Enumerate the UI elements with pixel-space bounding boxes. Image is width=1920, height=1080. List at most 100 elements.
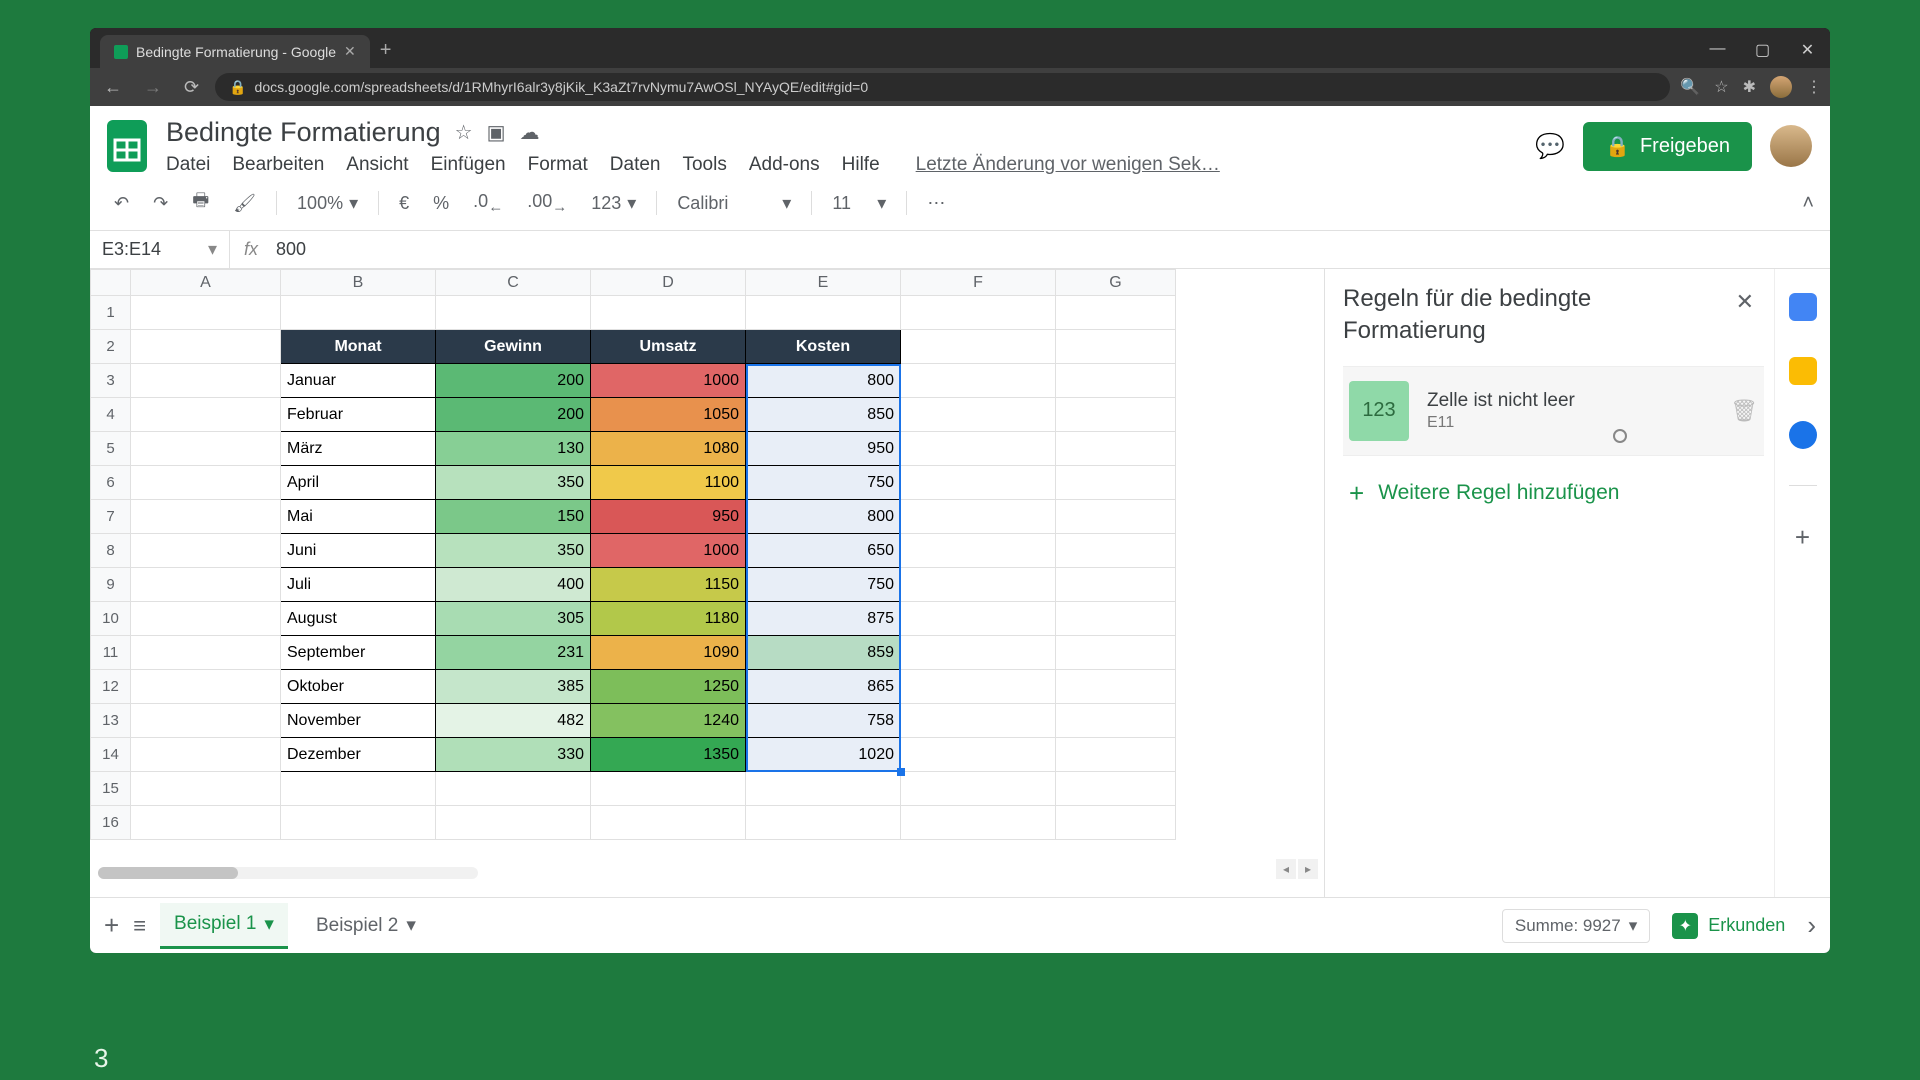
calendar-icon[interactable]	[1789, 293, 1817, 321]
quick-sum-dropdown[interactable]: Summe: 9927 ▾	[1502, 909, 1650, 943]
name-box[interactable]: E3:E14 ▾	[90, 231, 230, 268]
add-addon-icon[interactable]: +	[1795, 522, 1810, 553]
share-button[interactable]: 🔒 Freigeben	[1583, 122, 1752, 171]
chevron-down-icon: ▾	[627, 193, 636, 214]
name-formula-bar: E3:E14 ▾ fx 800	[90, 231, 1830, 269]
horizontal-scrollbar[interactable]	[98, 867, 478, 879]
window-controls: — ▢ ✕	[1695, 32, 1830, 68]
sheet-scroll-arrows: ◂ ▸	[1276, 859, 1318, 879]
sheet-scroll-right[interactable]: ▸	[1298, 859, 1318, 879]
keep-icon[interactable]	[1789, 357, 1817, 385]
menu-bar: Datei Bearbeiten Ansicht Einfügen Format…	[166, 154, 1521, 176]
move-icon[interactable]: ▣	[487, 120, 506, 145]
maximize-button[interactable]: ▢	[1740, 32, 1785, 68]
toolbar: ↶ ↷ 🖶 🖌 100%▾ € % .0← .00→ 123▾ Calibri▾…	[90, 176, 1830, 231]
minimize-button[interactable]: —	[1695, 32, 1740, 68]
menu-hilfe[interactable]: Hilfe	[842, 154, 880, 176]
percent-button[interactable]: %	[425, 189, 457, 218]
chevron-down-icon: ▾	[349, 193, 358, 214]
side-panel-title: Regeln für die bedingte Formatierung	[1343, 283, 1726, 348]
explore-button[interactable]: ✦ Erkunden	[1672, 913, 1785, 939]
zoom-icon[interactable]: 🔍	[1680, 77, 1700, 97]
add-rule-button[interactable]: + Weitere Regel hinzufügen	[1343, 456, 1764, 531]
add-sheet-button[interactable]: +	[104, 910, 119, 941]
extensions-icon[interactable]: ✱	[1743, 77, 1756, 97]
all-sheets-button[interactable]: ≡	[133, 913, 146, 939]
menu-daten[interactable]: Daten	[610, 154, 661, 176]
zoom-dropdown[interactable]: 100%▾	[289, 189, 366, 218]
close-panel-button[interactable]: ✕	[1726, 283, 1764, 321]
chevron-down-icon: ▾	[877, 193, 886, 214]
menu-tools[interactable]: Tools	[682, 154, 726, 176]
browser-menu-icon[interactable]: ⋮	[1806, 77, 1822, 97]
menu-ansicht[interactable]: Ansicht	[346, 154, 408, 176]
number-format-dropdown[interactable]: 123▾	[583, 189, 644, 218]
font-size-dropdown[interactable]: 11▾	[824, 189, 894, 218]
close-tab-icon[interactable]: ✕	[344, 43, 356, 60]
comments-icon[interactable]: 💬	[1535, 132, 1565, 161]
chevron-down-icon: ▾	[264, 913, 274, 936]
redo-button[interactable]: ↷	[145, 189, 176, 218]
url-input[interactable]: 🔒 docs.google.com/spreadsheets/d/1RMhyrI…	[215, 73, 1670, 101]
increase-decimal-button[interactable]: .00→	[519, 187, 575, 220]
url-text: docs.google.com/spreadsheets/d/1RMhyrI6a…	[255, 79, 869, 95]
close-window-button[interactable]: ✕	[1785, 32, 1830, 68]
new-tab-button[interactable]: +	[370, 33, 402, 68]
expand-side-icon[interactable]: ›	[1807, 910, 1816, 941]
fx-label: fx	[230, 231, 272, 268]
undo-button[interactable]: ↶	[106, 189, 137, 218]
sheet-footer: + ≡ Beispiel 1 ▾ Beispiel 2 ▾ Summe: 992…	[90, 897, 1830, 953]
reload-button[interactable]: ⟳	[178, 77, 205, 98]
tab-strip: Bedingte Formatierung - Google ✕ + — ▢ ✕	[90, 28, 1830, 68]
currency-button[interactable]: €	[391, 189, 417, 218]
back-button[interactable]: ←	[98, 77, 128, 98]
tab-title: Bedingte Formatierung - Google	[136, 44, 336, 60]
formula-input[interactable]: 800	[272, 231, 310, 268]
more-toolbar-button[interactable]: ⋯	[919, 189, 953, 218]
collapse-toolbar-button[interactable]: ˄	[1802, 192, 1814, 215]
menu-datei[interactable]: Datei	[166, 154, 210, 176]
sheet-scroll-left[interactable]: ◂	[1276, 859, 1296, 879]
rule-preview-swatch: 123	[1349, 381, 1409, 441]
font-family-dropdown[interactable]: Calibri▾	[669, 189, 799, 218]
menu-addons[interactable]: Add-ons	[749, 154, 820, 176]
cloud-status-icon[interactable]: ☁	[520, 120, 540, 145]
paint-format-button[interactable]: 🖌	[225, 189, 264, 218]
forward-button[interactable]: →	[138, 77, 168, 98]
profile-avatar-small[interactable]	[1770, 76, 1792, 98]
menu-bearbeiten[interactable]: Bearbeiten	[232, 154, 324, 176]
chevron-down-icon: ▾	[1629, 916, 1638, 936]
chevron-down-icon: ▾	[782, 193, 791, 214]
account-avatar[interactable]	[1770, 125, 1812, 167]
browser-tab[interactable]: Bedingte Formatierung - Google ✕	[100, 35, 370, 68]
sheets-logo[interactable]	[102, 116, 152, 176]
decrease-decimal-button[interactable]: .0←	[465, 187, 511, 220]
share-label: Freigeben	[1640, 135, 1730, 158]
menu-format[interactable]: Format	[528, 154, 588, 176]
browser-window: Bedingte Formatierung - Google ✕ + — ▢ ✕…	[90, 28, 1830, 953]
bookmark-icon[interactable]: ☆	[1714, 77, 1728, 97]
format-rule-item[interactable]: 123 Zelle ist nicht leer E11 🗑	[1343, 366, 1764, 456]
scroll-thumb[interactable]	[98, 867, 238, 879]
app-area: Bedingte Formatierung ☆ ▣ ☁ Datei Bearbe…	[90, 106, 1830, 953]
tasks-icon[interactable]	[1789, 421, 1817, 449]
print-button[interactable]: 🖶	[184, 184, 217, 222]
app-header: Bedingte Formatierung ☆ ▣ ☁ Datei Bearbe…	[90, 106, 1830, 176]
spreadsheet-grid[interactable]: ABCDEFG12MonatGewinnUmsatzKosten3Januar2…	[90, 269, 1324, 897]
explore-icon: ✦	[1672, 913, 1698, 939]
address-bar: ← → ⟳ 🔒 docs.google.com/spreadsheets/d/1…	[90, 68, 1830, 106]
selection-handle[interactable]	[897, 768, 905, 776]
conditional-format-panel: Regeln für die bedingte Formatierung ✕ 1…	[1324, 269, 1774, 897]
sheet-tab-2[interactable]: Beispiel 2 ▾	[302, 904, 430, 947]
plus-icon: +	[1349, 478, 1364, 509]
sheet-tab-1[interactable]: Beispiel 1 ▾	[160, 903, 288, 949]
doc-title[interactable]: Bedingte Formatierung	[166, 117, 441, 148]
sheets-favicon	[114, 45, 128, 59]
chevron-down-icon: ▾	[208, 239, 217, 260]
last-edit-text[interactable]: Letzte Änderung vor wenigen Sek…	[916, 154, 1220, 176]
cursor-indicator	[1613, 429, 1627, 443]
delete-rule-icon[interactable]: 🗑	[1730, 398, 1758, 424]
menu-einfuegen[interactable]: Einfügen	[431, 154, 506, 176]
rule-range-text: E11	[1427, 414, 1712, 432]
star-icon[interactable]: ☆	[455, 120, 473, 145]
